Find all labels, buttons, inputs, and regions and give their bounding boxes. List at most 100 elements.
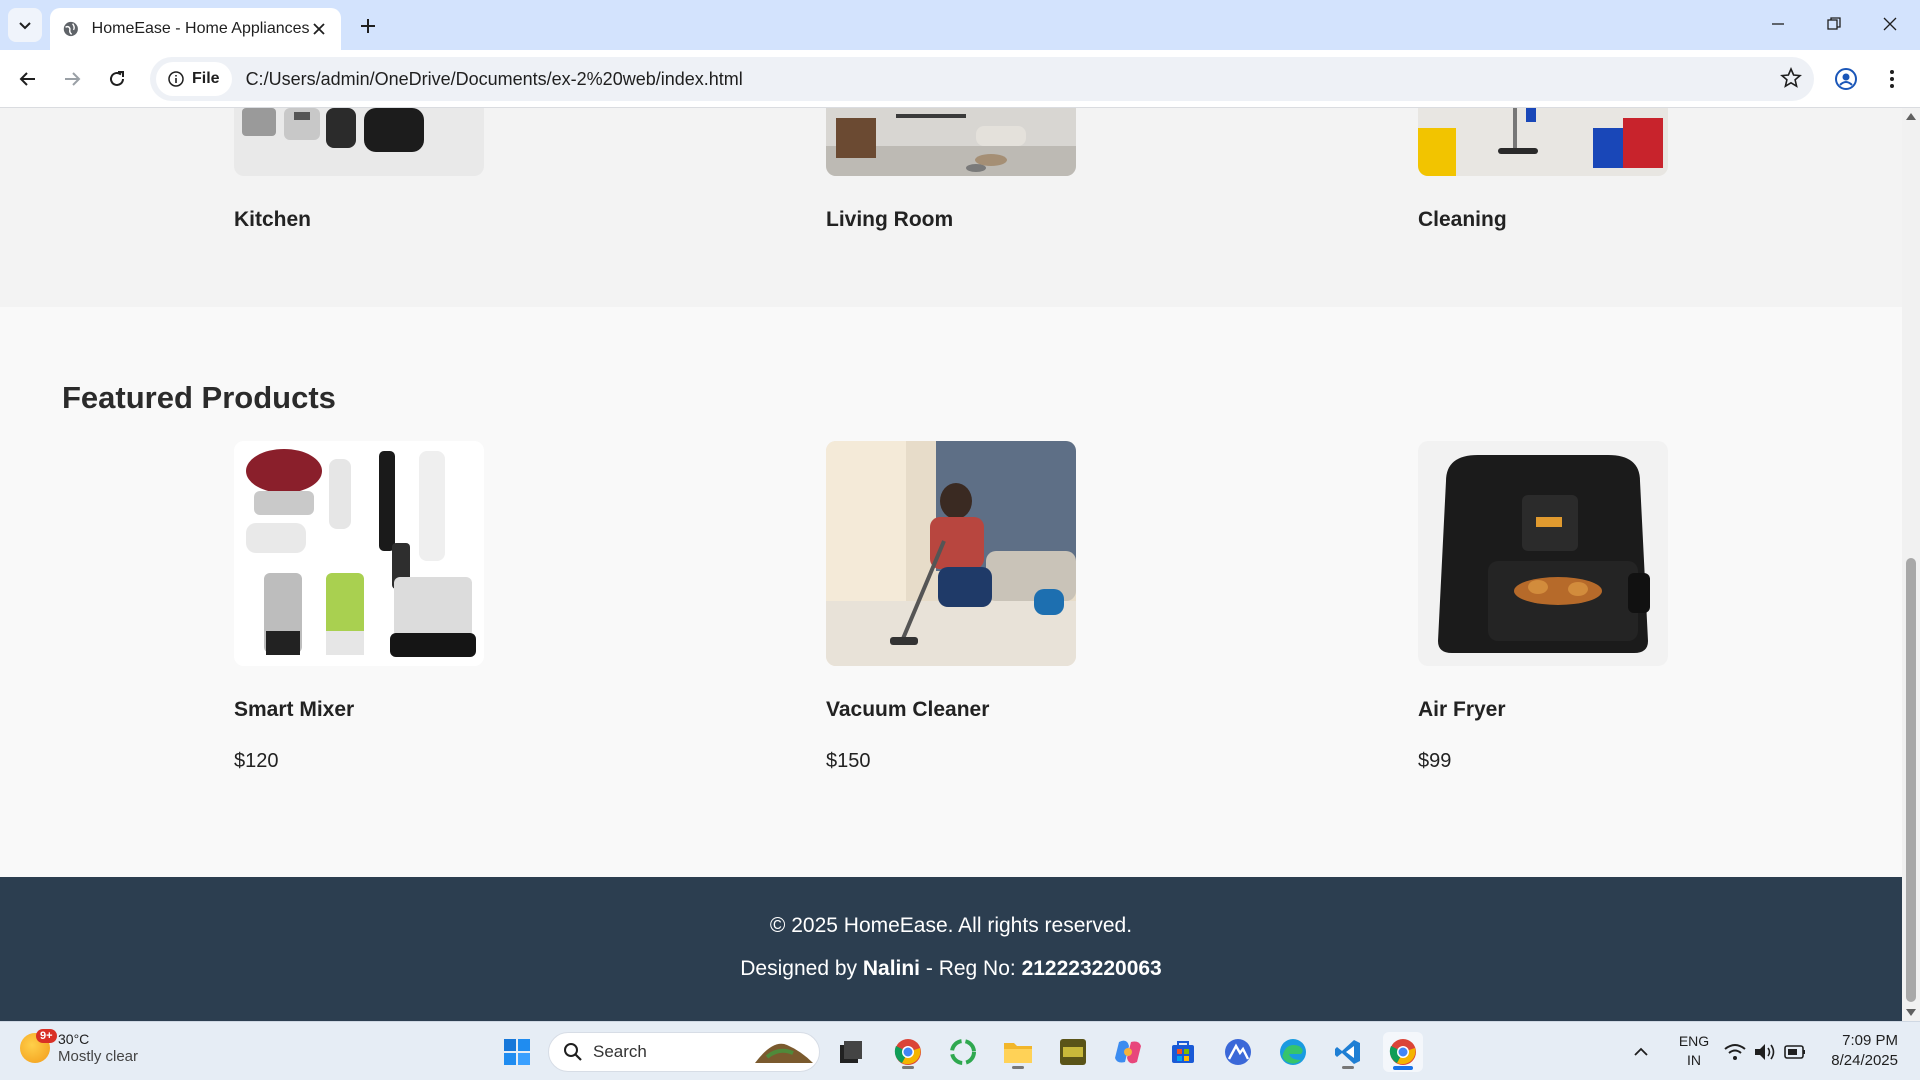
microsoft-store-button[interactable] — [1163, 1032, 1203, 1072]
chevron-up-icon — [1634, 1047, 1648, 1056]
category-card-living-room[interactable]: Living Room — [826, 108, 1076, 232]
scroll-up-arrow-icon[interactable] — [1906, 112, 1916, 120]
search-label: Search — [593, 1042, 647, 1061]
scroll-down-arrow-icon[interactable] — [1906, 1009, 1916, 1017]
close-tab-button[interactable] — [310, 18, 329, 40]
site-footer: © 2025 HomeEase. All rights reserved. De… — [0, 877, 1902, 1021]
category-card-cleaning[interactable]: Cleaning — [1418, 108, 1668, 232]
product-price: $120 — [234, 750, 279, 772]
search-highlight-image-icon — [755, 1043, 813, 1063]
volume-button[interactable] — [1750, 1032, 1780, 1072]
chrome-taskbar-button[interactable] — [888, 1032, 928, 1072]
category-name: Cleaning — [1418, 208, 1507, 231]
chrome-active-taskbar-button[interactable] — [1383, 1032, 1423, 1072]
url-text[interactable]: C:/Users/admin/OneDrive/Documents/ex-2%2… — [246, 69, 743, 90]
spu-app-button[interactable] — [1053, 1032, 1093, 1072]
product-card-smart-mixer[interactable]: Smart Mixer $120 — [234, 441, 484, 773]
arrow-right-icon — [65, 72, 81, 86]
page-viewport: Kitchen Living Room Cleaning Featured Pr… — [0, 108, 1902, 1021]
bookmark-star-button[interactable] — [1780, 66, 1802, 94]
cleaning-category-image — [1418, 108, 1668, 176]
globe-icon — [63, 21, 78, 37]
edge-button[interactable] — [1273, 1032, 1313, 1072]
search-icon — [564, 1043, 582, 1061]
vscode-button[interactable] — [1328, 1032, 1368, 1072]
address-bar[interactable]: File C:/Users/admin/OneDrive/Documents/e… — [150, 57, 1814, 101]
restore-icon — [1827, 17, 1841, 30]
language-indicator[interactable]: ENG IN — [1670, 1032, 1718, 1070]
clock-date: 8/24/2025 — [1831, 1052, 1898, 1069]
wifi-button[interactable] — [1720, 1032, 1750, 1072]
active-indicator — [1393, 1066, 1413, 1070]
kebab-menu-icon — [1890, 70, 1894, 88]
minimize-icon — [1772, 23, 1784, 25]
edge-icon — [1280, 1039, 1306, 1065]
close-window-button[interactable] — [1862, 0, 1918, 48]
product-card-air-fryer[interactable]: Air Fryer $99 — [1418, 441, 1668, 773]
copilot-icon — [1115, 1040, 1141, 1064]
notification-badge: 9+ — [36, 1029, 57, 1043]
arrow-left-icon — [19, 72, 35, 86]
wifi-icon — [1724, 1044, 1746, 1060]
weather-temperature: 30°C — [58, 1031, 90, 1047]
star-icon — [1780, 66, 1802, 88]
categories-section: Kitchen Living Room Cleaning — [0, 108, 1902, 307]
category-name: Kitchen — [234, 208, 312, 231]
chevron-down-icon — [19, 22, 31, 30]
site-info-chip[interactable]: File — [156, 62, 232, 96]
sync-app-button[interactable] — [943, 1032, 983, 1072]
system-clock[interactable]: 7:09 PM 8/24/2025 — [1822, 1031, 1898, 1071]
page-scrollbar[interactable] — [1902, 108, 1920, 1021]
tab-search-button[interactable] — [8, 8, 42, 42]
running-indicator — [902, 1066, 914, 1069]
menu-button[interactable] — [1872, 59, 1912, 99]
featured-products-heading: Featured Products — [62, 380, 336, 415]
minimize-button[interactable] — [1750, 0, 1806, 48]
weather-widget[interactable]: 9+ 30°C Mostly clear — [20, 1029, 139, 1066]
profile-button[interactable] — [1826, 59, 1866, 99]
battery-button[interactable] — [1780, 1032, 1810, 1072]
restore-button[interactable] — [1806, 0, 1862, 48]
chrome-icon — [1389, 1039, 1416, 1065]
battery-icon — [1784, 1045, 1805, 1059]
running-indicator — [1342, 1066, 1354, 1069]
weather-sun-icon: 9+ — [20, 1029, 57, 1063]
copilot-button[interactable] — [1108, 1032, 1148, 1072]
speaker-icon — [1755, 1044, 1775, 1060]
product-price: $150 — [826, 750, 871, 772]
product-card-vacuum-cleaner[interactable]: Vacuum Cleaner $150 — [826, 441, 1076, 773]
plus-icon — [361, 19, 375, 33]
store-bag-icon — [1172, 1041, 1194, 1063]
new-tab-button[interactable] — [352, 10, 384, 42]
triangle-app-button[interactable] — [1218, 1032, 1258, 1072]
air-fryer-image — [1418, 441, 1668, 666]
copyright-text: © 2025 HomeEase. All rights reserved. — [769, 914, 1133, 937]
reload-button[interactable] — [97, 59, 137, 99]
tab-strip: HomeEase - Home Appliances — [0, 0, 1920, 50]
active-tab[interactable]: HomeEase - Home Appliances — [50, 8, 341, 50]
forward-button[interactable] — [52, 59, 92, 99]
task-view-button[interactable] — [831, 1032, 871, 1072]
browser-toolbar: File C:/Users/admin/OneDrive/Documents/e… — [0, 50, 1920, 108]
vacuum-cleaner-image — [826, 441, 1076, 666]
chrome-icon — [894, 1039, 921, 1065]
show-hidden-icons-button[interactable] — [1621, 1032, 1661, 1072]
back-button[interactable] — [8, 59, 48, 99]
category-card-kitchen[interactable]: Kitchen — [234, 108, 484, 232]
kitchen-category-image — [234, 108, 484, 176]
category-name: Living Room — [826, 208, 954, 231]
reg-number: 212223220063 — [1021, 957, 1162, 980]
taskbar-search-box[interactable]: Search — [548, 1032, 820, 1072]
weather-condition: Mostly clear — [58, 1048, 139, 1065]
account-icon — [1835, 68, 1857, 90]
windows-logo-icon — [504, 1039, 530, 1065]
file-explorer-button[interactable] — [998, 1032, 1038, 1072]
reload-icon — [110, 71, 124, 86]
product-name: Air Fryer — [1418, 698, 1506, 721]
spu-app-icon — [1060, 1039, 1086, 1065]
start-button[interactable] — [497, 1032, 537, 1072]
scrollbar-thumb[interactable] — [1906, 558, 1916, 1002]
mountain-app-icon — [1225, 1039, 1251, 1065]
vscode-icon — [1335, 1040, 1360, 1064]
designer-credit: Designed by Nalini - Reg No: 21222322006… — [0, 957, 1902, 981]
